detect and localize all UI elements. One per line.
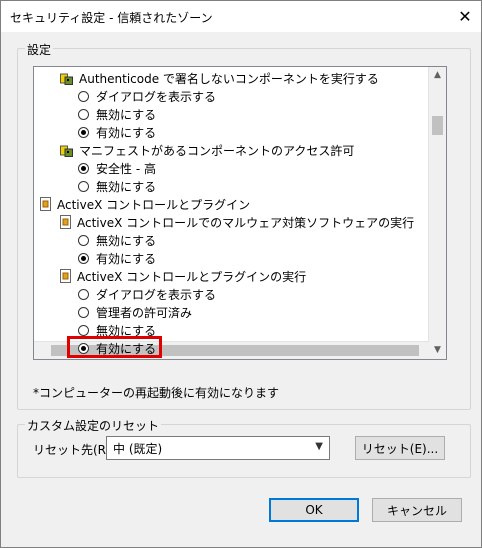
tree-label: 安全性 - 高 — [96, 161, 156, 176]
tree-label: 無効にする — [96, 179, 157, 194]
radio-option[interactable]: 安全性 - 高 — [78, 159, 156, 177]
tree-label: 無効にする — [96, 107, 157, 122]
radio-option[interactable]: 管理者の許可済み — [78, 303, 192, 321]
activex-icon — [40, 197, 51, 211]
cancel-button[interactable]: キャンセル — [372, 498, 462, 522]
scroll-up-icon[interactable]: ▲ — [429, 67, 446, 84]
radio-unchecked-icon[interactable] — [78, 90, 89, 102]
radio-option[interactable]: 無効にする — [78, 105, 156, 123]
security-settings-dialog: セキュリティ設定 - 信頼されたゾーン ✕ 設定 ▲ ▼ Authenticod… — [0, 0, 482, 548]
settings-tree[interactable]: ▲ ▼ Authenticode で署名しないコンポーネントを実行するダイアログ… — [33, 66, 447, 360]
tree-label: 有効にする — [96, 251, 157, 266]
radio-option[interactable]: 有効にする — [78, 123, 156, 141]
shield-icon — [60, 145, 73, 157]
radio-unchecked-icon[interactable] — [78, 234, 89, 246]
tree-label: ダイアログを表示する — [96, 89, 217, 104]
reset-level-select[interactable]: 中 (既定) ▼ — [106, 436, 330, 460]
radio-option[interactable]: 無効にする — [78, 177, 156, 195]
radio-checked-icon[interactable] — [78, 162, 89, 174]
tree-label: ActiveX コントロールとプラグイン — [57, 197, 251, 212]
radio-option[interactable]: ダイアログを表示する — [78, 87, 216, 105]
settings-group-label: 設定 — [25, 41, 54, 58]
vertical-scrollbar[interactable]: ▲ ▼ — [428, 67, 446, 359]
radio-unchecked-icon[interactable] — [78, 306, 89, 318]
close-icon[interactable]: ✕ — [455, 7, 475, 27]
tree-label: ActiveX コントロールでのマルウェア対策ソフトウェアの実行 — [77, 215, 415, 230]
reset-button[interactable]: リセット(E)... — [355, 436, 445, 460]
radio-checked-icon[interactable] — [78, 126, 89, 138]
radio-unchecked-icon[interactable] — [78, 288, 89, 300]
radio-unchecked-icon[interactable] — [78, 108, 89, 120]
tree-label: 管理者の許可済み — [96, 305, 193, 320]
tree-label: 有効にする — [96, 125, 157, 140]
activex-icon — [60, 215, 71, 229]
radio-unchecked-icon[interactable] — [78, 180, 89, 192]
tree-label: ダイアログを表示する — [96, 287, 217, 302]
tree-node[interactable]: マニフェストがあるコンポーネントのアクセス許可 — [60, 141, 354, 159]
shield-icon — [60, 73, 73, 85]
radio-option[interactable]: ダイアログを表示する — [78, 285, 216, 303]
tree-label: ActiveX コントロールとプラグインの実行 — [77, 269, 307, 284]
reset-for-label: リセット先(R): — [33, 443, 115, 457]
tree-node[interactable]: ActiveX コントロールでのマルウェア対策ソフトウェアの実行 — [60, 213, 414, 231]
chevron-down-icon: ▼ — [315, 441, 323, 452]
radio-checked-icon[interactable] — [78, 252, 89, 264]
tree-node[interactable]: Authenticode で署名しないコンポーネントを実行する — [60, 69, 379, 87]
ok-button[interactable]: OK — [269, 498, 359, 522]
scroll-down-icon[interactable]: ▼ — [429, 342, 446, 359]
activex-icon — [60, 269, 71, 283]
restart-note: *コンピューターの再起動後に有効になります — [33, 386, 280, 400]
radio-option[interactable]: 有効にする — [78, 249, 156, 267]
reset-level-value: 中 (既定) — [113, 441, 163, 456]
reset-group-label: カスタム設定のリセット — [25, 417, 162, 434]
tree-label: Authenticode で署名しないコンポーネントを実行する — [79, 71, 379, 86]
radio-unchecked-icon[interactable] — [78, 324, 89, 336]
tree-node[interactable]: ActiveX コントロールとプラグイン — [40, 195, 250, 213]
vertical-scroll-thumb[interactable] — [432, 116, 443, 135]
tree-label: マニフェストがあるコンポーネントのアクセス許可 — [79, 143, 355, 158]
window-title: セキュリティ設定 - 信頼されたゾーン — [10, 11, 213, 25]
tree-label: 無効にする — [96, 233, 157, 248]
radio-option[interactable]: 無効にする — [78, 231, 156, 249]
title-bar: セキュリティ設定 - 信頼されたゾーン ✕ — [1, 1, 481, 32]
highlight-box — [67, 336, 162, 358]
tree-node[interactable]: ActiveX コントロールとプラグインの実行 — [60, 267, 306, 285]
